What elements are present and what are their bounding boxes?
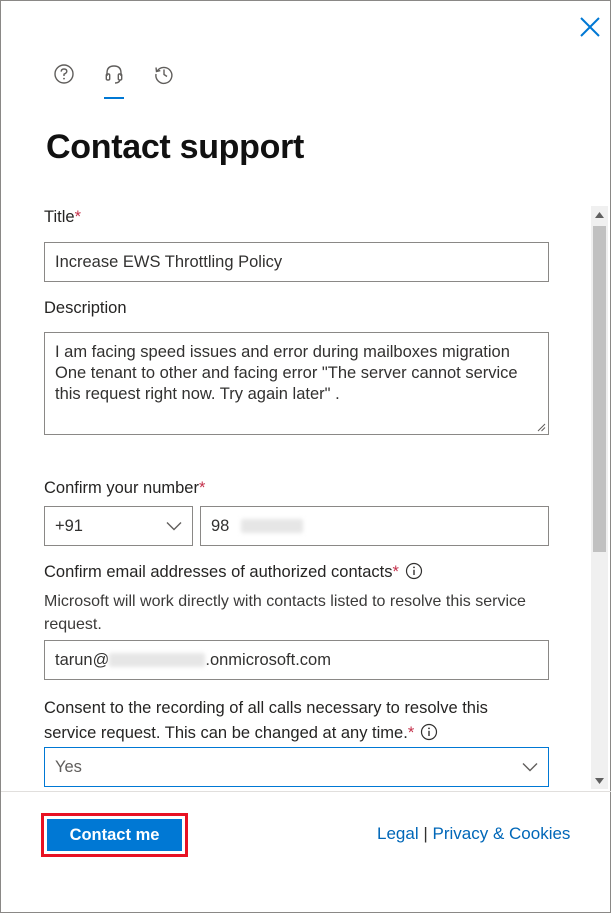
close-button[interactable] [576,13,604,41]
tab-help[interactable] [49,59,79,89]
history-icon [155,66,173,85]
privacy-cookies-link[interactable]: Privacy & Cookies [433,824,571,843]
phone-value: 98 [211,516,230,535]
title-input-value: Increase EWS Throttling Policy [55,252,283,271]
consent-label: Consent to the recording of all calls ne… [44,699,488,742]
info-icon[interactable] [405,562,423,580]
phone-input[interactable]: 98 [200,506,549,546]
legal-link[interactable]: Legal [377,824,419,843]
redacted-phone [241,519,304,533]
title-input[interactable]: Increase EWS Throttling Policy [44,242,549,282]
email-prefix: tarun@ [55,650,110,669]
info-icon[interactable] [420,723,438,741]
arrow-down-icon [595,777,604,784]
description-value: I am facing speed issues and error durin… [55,343,518,403]
consent-value: Yes [55,757,82,776]
email-label: Confirm email addresses of authorized co… [44,562,423,582]
title-label: Title* [44,208,81,226]
country-code-select[interactable]: +91 [44,506,193,546]
resize-grip-icon[interactable] [536,422,546,432]
arrow-up-icon [595,211,604,218]
email-helper-text: Microsoft will work directly with contac… [44,593,526,633]
active-tab-indicator [104,97,124,99]
help-icon [54,64,74,84]
scroll-down-button[interactable] [591,772,608,789]
chevron-down-icon [522,763,538,772]
chevron-down-icon [166,522,182,531]
phone-label: Confirm your number* [44,479,206,497]
consent-select[interactable]: Yes [44,747,549,787]
scrollbar-thumb[interactable] [593,226,606,552]
country-code-value: +91 [55,516,83,535]
page-title: Contact support [46,128,305,166]
scroll-up-button[interactable] [591,206,608,223]
contact-button-highlight: Contact me [41,813,188,857]
contact-me-button[interactable]: Contact me [47,819,182,851]
description-label: Description [44,299,127,317]
tab-contact-support[interactable] [99,59,129,89]
headset-icon [105,65,123,84]
email-input[interactable]: tarun@ .onmicrosoft.com [44,640,549,680]
close-icon [580,17,600,37]
footer-links: Legal | Privacy & Cookies [377,824,570,844]
footer-divider [1,791,611,792]
redacted-email [109,653,206,667]
description-textarea[interactable]: I am facing speed issues and error durin… [44,332,549,435]
link-separator: | [423,824,428,843]
support-panel: Contact support Title* Increase EWS Thro… [0,0,611,913]
tab-history[interactable] [149,59,179,89]
email-suffix: .onmicrosoft.com [205,650,331,669]
form-scroll-area: Title* Increase EWS Throttling Policy De… [1,206,611,789]
vertical-scrollbar[interactable] [591,206,608,789]
